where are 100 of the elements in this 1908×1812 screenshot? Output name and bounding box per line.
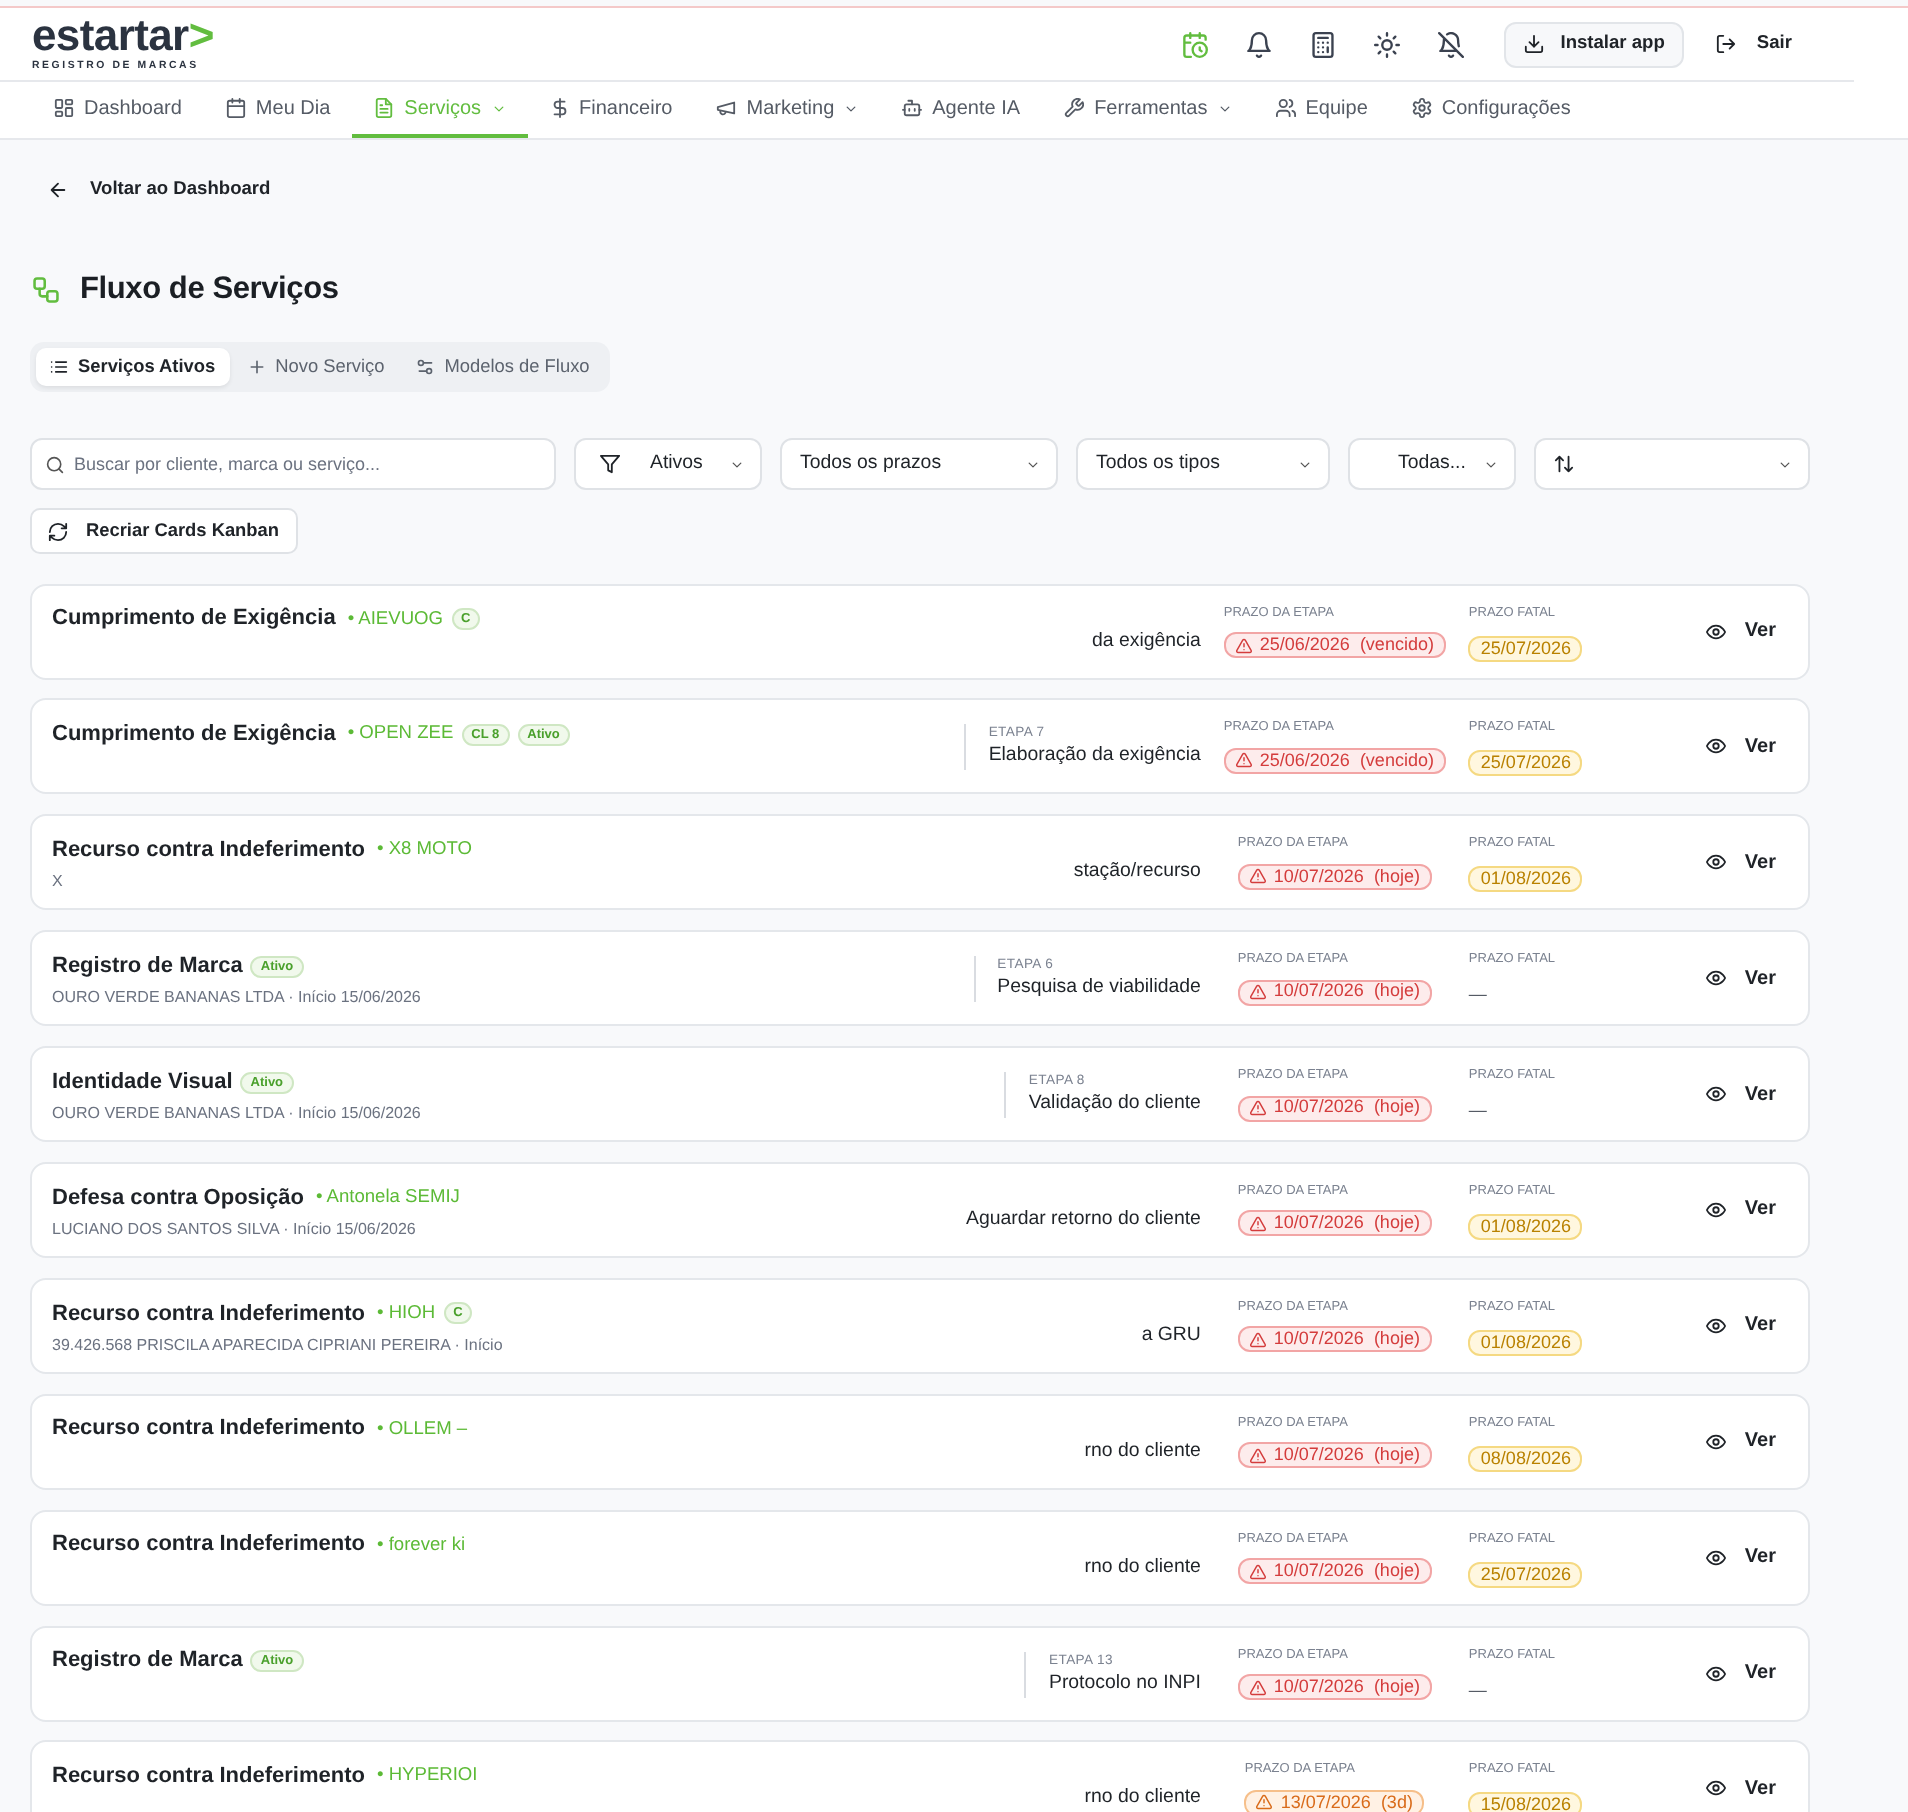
nav-tab[interactable]: Meu Dia (203, 82, 353, 138)
sliders-icon (416, 358, 435, 376)
eye-icon (1706, 1547, 1727, 1568)
stage-name: Elaboração da exigência (988, 742, 1201, 771)
page-title: Fluxo de Serviços (80, 271, 339, 309)
stage-name: rno do cliente (1084, 1437, 1201, 1466)
warning-icon (1256, 1794, 1273, 1811)
nav-tab[interactable]: Dashboard (32, 82, 204, 138)
wrench-icon (1064, 98, 1085, 118)
nav-tab[interactable]: Configurações (1389, 82, 1593, 138)
deadline-status: (hoje) (1373, 1557, 1420, 1584)
brand-name: • OLLEM – (376, 1415, 468, 1442)
settings-icon (1411, 98, 1432, 118)
deadline-status: (hoje) (1373, 1326, 1420, 1353)
stage-name: da exigência (1092, 627, 1201, 655)
logout-button[interactable]: Sair (1708, 21, 1800, 67)
deadline-status: (hoje) (1373, 1441, 1420, 1468)
brand-name: • HYPERIOI (376, 1762, 478, 1789)
final-deadline-text: — (1468, 1677, 1487, 1704)
service-title: Recurso contra Indeferimento (52, 836, 365, 867)
chevron-down-icon (1778, 457, 1792, 471)
brand-name: • AIEVUOG (347, 605, 443, 632)
view-button[interactable]: Ver (1698, 840, 1784, 885)
filter-dropdown[interactable]: Todas... (1348, 438, 1516, 490)
download-icon (1524, 34, 1545, 54)
view-button[interactable]: Ver (1698, 1072, 1784, 1117)
filter-dropdown[interactable]: Todos os tipos (1076, 438, 1330, 490)
service-title: Registro de Marca (52, 951, 243, 982)
view-tab[interactable]: Modelos de Fluxo (402, 348, 604, 386)
search-icon (46, 455, 64, 473)
stage-name: Aguardar retorno do cliente (966, 1205, 1201, 1234)
nav-tab[interactable]: Equipe (1253, 82, 1390, 138)
warning-icon (1249, 868, 1266, 885)
list-icon (50, 358, 68, 376)
stage-name: a GRU (1141, 1321, 1201, 1350)
plus-icon (247, 358, 266, 376)
service-title: Cumprimento de Exigência (52, 604, 336, 635)
sun-icon (1373, 31, 1400, 57)
filter-dropdown[interactable]: Ativos (574, 438, 762, 490)
warning-icon (1249, 1100, 1266, 1117)
final-deadline-badge: 15/08/2026 (1468, 1792, 1583, 1812)
view-button[interactable]: Ver (1698, 609, 1784, 653)
nav-tab[interactable]: Ferramentas (1042, 82, 1254, 138)
robot-icon (902, 98, 923, 118)
calculator-icon (1309, 31, 1336, 57)
eye-icon (1706, 968, 1727, 989)
deadline-date: 10/07/2026 (1273, 1210, 1364, 1237)
eye-icon (1706, 1084, 1727, 1105)
search-field[interactable]: Buscar por cliente, marca ou serviço... (30, 438, 556, 490)
chevron-down-icon (1298, 457, 1312, 471)
eye-icon (1706, 621, 1727, 641)
client-info: OURO VERDE BANANAS LTDA · Início 15/06/2026 (52, 988, 423, 1009)
final-deadline-badge: 25/07/2026 (1468, 635, 1583, 661)
install-app-button[interactable]: Instalar app (1504, 21, 1685, 67)
final-deadline-badge: 08/08/2026 (1468, 1445, 1583, 1472)
final-deadline-text: — (1468, 1098, 1487, 1125)
warning-icon (1249, 1331, 1266, 1348)
view-button[interactable]: Ver (1698, 956, 1784, 1001)
nav-tab[interactable]: Agente IA (880, 82, 1043, 138)
warning-icon (1249, 984, 1266, 1001)
document-icon (374, 98, 395, 118)
refresh-icon (48, 521, 68, 541)
client-info: OURO VERDE BANANAS LTDA · Início 15/06/2026 (52, 1104, 423, 1125)
view-button[interactable]: Ver (1698, 724, 1784, 769)
stage-name: Validação do cliente (1028, 1090, 1201, 1119)
deadline-status: (3d) (1380, 1789, 1413, 1812)
dashboard-icon (54, 98, 74, 118)
warning-icon (1249, 1679, 1266, 1696)
brand-name: • Antonela SEMIJ (315, 1183, 460, 1210)
view-tab[interactable]: Novo Serviço (233, 348, 399, 386)
nav-tab[interactable]: Marketing (694, 82, 881, 138)
workflow-icon (32, 276, 60, 304)
megaphone-icon (716, 98, 737, 118)
deadline-date: 10/07/2026 (1273, 863, 1364, 890)
brand-name: • OPEN ZEE (347, 720, 454, 747)
back-link[interactable]: Voltar ao Dashboard (48, 174, 271, 206)
deadline-date: 10/07/2026 (1273, 1441, 1364, 1468)
view-button[interactable]: Ver (1698, 1651, 1784, 1696)
users-icon (1275, 98, 1296, 118)
filter-dropdown[interactable]: Todos os prazos (780, 438, 1058, 490)
deadline-date: 25/06/2026 (1259, 747, 1350, 774)
service-title: Recurso contra Indeferimento (52, 1414, 365, 1445)
bell-off-icon (1437, 31, 1464, 57)
eye-icon (1706, 1778, 1727, 1799)
nav-tab[interactable]: Financeiro (527, 82, 695, 138)
final-deadline-badge: 01/08/2026 (1468, 866, 1583, 893)
eye-icon (1706, 1315, 1727, 1336)
view-button[interactable]: Ver (1698, 1303, 1784, 1348)
stage-name: Pesquisa de viabilidade (997, 974, 1201, 1003)
final-deadline-badge: 25/07/2026 (1468, 750, 1583, 777)
deadline-date: 10/07/2026 (1273, 1094, 1364, 1121)
rebuild-kanban-button[interactable]: Recriar Cards Kanban (30, 508, 298, 554)
view-button[interactable]: Ver (1698, 1766, 1784, 1811)
view-tab[interactable]: Serviços Ativos (36, 348, 230, 386)
view-button[interactable]: Ver (1698, 1535, 1784, 1580)
deadline-status: (hoje) (1373, 863, 1420, 890)
view-button[interactable]: Ver (1698, 1419, 1784, 1464)
arrow-left-icon (48, 180, 68, 200)
view-button[interactable]: Ver (1698, 1187, 1784, 1232)
dollar-icon (549, 98, 570, 118)
